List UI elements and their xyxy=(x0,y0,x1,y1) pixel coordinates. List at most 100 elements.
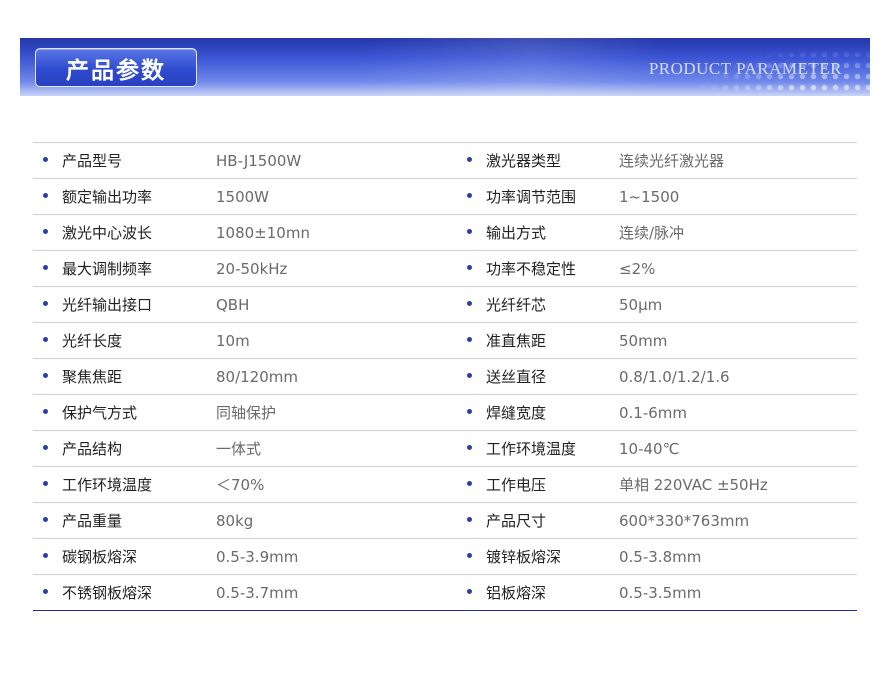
left-param-value: 同轴保护 xyxy=(216,404,277,422)
table-row: 光纤长度 10m 准直焦距 50mm xyxy=(33,323,857,359)
table-row: 碳钢板熔深 0.5-3.9mm 镀锌板熔深 0.5-3.8mm xyxy=(33,538,857,575)
left-param-value: QBH xyxy=(216,295,250,314)
left-param-label: 聚焦焦距 xyxy=(62,368,123,386)
left-param-value: HB-J1500W xyxy=(216,151,302,170)
bullet-dot-icon xyxy=(467,517,472,522)
right-param-label: 镀锌板熔深 xyxy=(486,548,562,566)
bullet-dot-icon xyxy=(43,589,48,594)
bullet-dot-icon xyxy=(43,193,48,198)
bullet-dot-icon xyxy=(43,337,48,342)
bullet-dot-icon xyxy=(467,589,472,594)
left-param-label: 不锈钢板熔深 xyxy=(62,584,153,602)
left-param-label-cell: 不锈钢板熔深 xyxy=(33,575,216,611)
left-param-label: 产品结构 xyxy=(62,440,123,458)
header-banner: 产品参数 PRODUCT PARAMETER xyxy=(20,38,870,96)
bullet-dot-icon xyxy=(467,265,472,270)
left-param-value: 1080±10mn xyxy=(216,223,310,242)
left-param-value: 80/120mm xyxy=(216,367,298,386)
table-row: 产品型号 HB-J1500W 激光器类型 连续光纤激光器 xyxy=(33,142,857,179)
table-row: 产品重量 80kg 产品尺寸 600*330*763mm xyxy=(33,503,857,539)
left-param-value: ＜70% xyxy=(216,476,265,494)
left-param-label: 产品型号 xyxy=(62,152,123,170)
left-param-value: 20-50kHz xyxy=(216,259,288,278)
right-param-label: 工作环境温度 xyxy=(486,440,577,458)
right-param-value: 600*330*763mm xyxy=(619,511,750,530)
left-param-value: 80kg xyxy=(216,511,254,530)
table-row: 产品结构 一体式 工作环境温度 10-40℃ xyxy=(33,431,857,467)
bullet-dot-icon xyxy=(43,373,48,378)
right-param-label: 工作电压 xyxy=(486,476,547,494)
table-row: 最大调制频率 20-50kHz 功率不稳定性 ≤2% xyxy=(33,251,857,287)
left-param-label-cell: 光纤长度 xyxy=(33,323,216,359)
right-param-label-cell: 送丝直径 xyxy=(457,359,619,395)
page-title: 产品参数 xyxy=(66,57,166,84)
left-param-label: 保护气方式 xyxy=(62,404,138,422)
left-param-label-cell: 最大调制频率 xyxy=(33,251,216,287)
left-param-label: 额定输出功率 xyxy=(62,188,153,206)
bullet-dot-icon xyxy=(467,229,472,234)
right-param-label: 功率不稳定性 xyxy=(486,260,577,278)
title-box: 产品参数 xyxy=(35,48,197,87)
right-param-value: ≤2% xyxy=(619,259,656,278)
right-param-label: 准直焦距 xyxy=(486,332,547,350)
page-subtitle: PRODUCT PARAMETER xyxy=(648,59,842,78)
right-param-label-cell: 产品尺寸 xyxy=(457,503,619,539)
bullet-dot-icon xyxy=(467,337,472,342)
bullet-dot-icon xyxy=(43,481,48,486)
right-param-label: 送丝直径 xyxy=(486,368,547,386)
right-param-label: 输出方式 xyxy=(486,224,547,242)
right-param-label-cell: 功率不稳定性 xyxy=(457,251,619,287)
bullet-dot-icon xyxy=(467,193,472,198)
right-param-label: 光纤纤芯 xyxy=(486,296,547,314)
table-row: 不锈钢板熔深 0.5-3.7mm 铝板熔深 0.5-3.5mm xyxy=(33,575,857,611)
bullet-dot-icon xyxy=(467,301,472,306)
bullet-dot-icon xyxy=(43,301,48,306)
table-row: 工作环境温度 ＜70% 工作电压 单相 220VAC ±50Hz xyxy=(33,467,857,503)
bullet-dot-icon xyxy=(43,157,48,162)
left-param-value: 0.5-3.7mm xyxy=(216,583,299,602)
left-param-label: 最大调制频率 xyxy=(62,260,153,278)
right-param-value: 0.5-3.8mm xyxy=(619,547,702,566)
table-row: 额定输出功率 1500W 功率调节范围 1~1500 xyxy=(33,179,857,215)
table-row: 保护气方式 同轴保护 焊缝宽度 0.1-6mm xyxy=(33,395,857,431)
left-param-label-cell: 聚焦焦距 xyxy=(33,359,216,395)
right-param-value: 10-40℃ xyxy=(619,439,680,458)
bullet-dot-icon xyxy=(467,481,472,486)
right-param-value: 0.8/1.0/1.2/1.6 xyxy=(619,367,730,386)
right-param-label-cell: 激光器类型 xyxy=(457,143,619,179)
right-param-label-cell: 焊缝宽度 xyxy=(457,395,619,431)
left-param-label-cell: 额定输出功率 xyxy=(33,179,216,215)
right-param-label: 功率调节范围 xyxy=(486,188,577,206)
parameter-table-body: 产品型号 HB-J1500W 激光器类型 连续光纤激光器 额定输出功率 1500W 功率调节… xyxy=(33,142,857,611)
right-param-label-cell: 工作电压 xyxy=(457,467,619,503)
bullet-dot-icon xyxy=(43,265,48,270)
left-param-label: 激光中心波长 xyxy=(62,224,153,242)
right-param-value: 50mm xyxy=(619,331,668,350)
right-param-label-cell: 输出方式 xyxy=(457,215,619,251)
left-param-label: 光纤长度 xyxy=(62,332,123,350)
left-param-label: 碳钢板熔深 xyxy=(62,548,138,566)
bullet-dot-icon xyxy=(467,409,472,414)
left-param-label-cell: 光纤输出接口 xyxy=(33,287,216,323)
right-param-value: 0.1-6mm xyxy=(619,403,688,422)
left-param-value: 一体式 xyxy=(216,440,262,458)
left-param-label-cell: 产品结构 xyxy=(33,431,216,467)
right-param-value: 连续/脉冲 xyxy=(619,224,685,242)
right-param-label-cell: 工作环境温度 xyxy=(457,431,619,467)
left-param-value: 1500W xyxy=(216,187,270,206)
right-param-label: 产品尺寸 xyxy=(486,512,547,530)
left-param-label: 产品重量 xyxy=(62,512,123,530)
parameter-table: 产品型号 HB-J1500W 激光器类型 连续光纤激光器 额定输出功率 1500W 功率调节… xyxy=(33,142,857,611)
right-param-label-cell: 铝板熔深 xyxy=(457,575,619,611)
left-param-label: 工作环境温度 xyxy=(62,476,153,494)
right-param-label-cell: 准直焦距 xyxy=(457,323,619,359)
right-param-label-cell: 功率调节范围 xyxy=(457,179,619,215)
left-param-label: 光纤输出接口 xyxy=(62,296,153,314)
left-param-label-cell: 产品重量 xyxy=(33,503,216,539)
left-param-label-cell: 保护气方式 xyxy=(33,395,216,431)
bullet-dot-icon xyxy=(43,445,48,450)
bullet-dot-icon xyxy=(43,229,48,234)
right-param-value: 0.5-3.5mm xyxy=(619,583,702,602)
bullet-dot-icon xyxy=(43,517,48,522)
bullet-dot-icon xyxy=(43,409,48,414)
